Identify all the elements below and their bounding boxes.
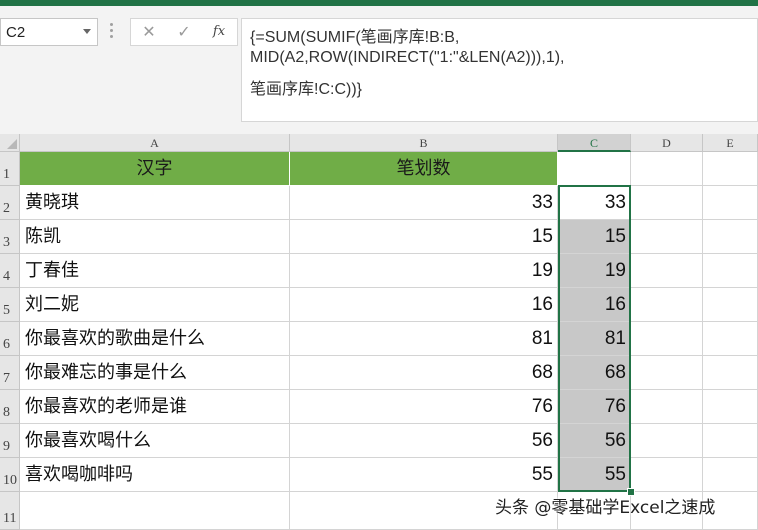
name-box[interactable]: C2 <box>0 18 98 46</box>
cell-d5[interactable] <box>631 288 703 322</box>
cell-a1[interactable]: 汉字 <box>20 152 290 186</box>
row-header[interactable]: 9 <box>0 424 20 458</box>
cell-b5[interactable]: 16 <box>290 288 558 322</box>
row-header[interactable]: 6 <box>0 322 20 356</box>
select-all-corner[interactable] <box>0 134 20 152</box>
cell-c10[interactable]: 55 <box>558 458 631 492</box>
row-header[interactable]: 1 <box>0 152 20 186</box>
formula-input[interactable]: {=SUM(SUMIF(笔画序库!B:B, MID(A2,ROW(INDIREC… <box>241 18 758 122</box>
cell-c5[interactable]: 16 <box>558 288 631 322</box>
row-header[interactable]: 2 <box>0 186 20 220</box>
cancel-icon[interactable]: ✕ <box>137 22 161 42</box>
cell-b7[interactable]: 68 <box>290 356 558 390</box>
row-header[interactable]: 7 <box>0 356 20 390</box>
cell-b4[interactable]: 19 <box>290 254 558 288</box>
formula-buttons: ✕ ✓ fx <box>130 18 238 46</box>
cell-c9[interactable]: 56 <box>558 424 631 458</box>
cell-e6[interactable] <box>703 322 758 356</box>
cell-c2[interactable]: 33 <box>558 186 631 220</box>
column-header-a[interactable]: A <box>20 134 290 152</box>
cell-b2[interactable]: 33 <box>290 186 558 220</box>
cell-e3[interactable] <box>703 220 758 254</box>
cell-c1[interactable] <box>558 152 631 186</box>
cell-c8[interactable]: 76 <box>558 390 631 424</box>
cell-b10[interactable]: 55 <box>290 458 558 492</box>
cell-d7[interactable] <box>631 356 703 390</box>
name-box-value: C2 <box>6 24 26 41</box>
cell-d1[interactable] <box>631 152 703 186</box>
cell-c6[interactable]: 81 <box>558 322 631 356</box>
column-header-c[interactable]: C <box>558 134 631 152</box>
row-header[interactable]: 5 <box>0 288 20 322</box>
cell-e2[interactable] <box>703 186 758 220</box>
cell-d9[interactable] <box>631 424 703 458</box>
cell-e9[interactable] <box>703 424 758 458</box>
cell-b8[interactable]: 76 <box>290 390 558 424</box>
cell-a10[interactable]: 喜欢喝咖啡吗 <box>20 458 290 492</box>
watermark: 头条 @零基础学Excel之速成 <box>495 498 716 518</box>
insert-function-icon[interactable]: fx <box>207 22 231 42</box>
cell-d3[interactable] <box>631 220 703 254</box>
cell-d2[interactable] <box>631 186 703 220</box>
cell-d6[interactable] <box>631 322 703 356</box>
drag-handle-icon[interactable] <box>110 23 113 41</box>
cell-a2[interactable]: 黄晓琪 <box>20 186 290 220</box>
cell-e7[interactable] <box>703 356 758 390</box>
cell-d10[interactable] <box>631 458 703 492</box>
column-header-b[interactable]: B <box>290 134 558 152</box>
cell-a7[interactable]: 你最难忘的事是什么 <box>20 356 290 390</box>
enter-icon[interactable]: ✓ <box>172 22 196 42</box>
formula-line-1: {=SUM(SUMIF(笔画序库!B:B, <box>250 29 460 46</box>
cell-a5[interactable]: 刘二妮 <box>20 288 290 322</box>
formula-line-3: 笔画序库!C:C))} <box>250 81 363 98</box>
cell-c3[interactable]: 15 <box>558 220 631 254</box>
row-header[interactable]: 11 <box>0 492 20 530</box>
cell-d8[interactable] <box>631 390 703 424</box>
cell-e1[interactable] <box>703 152 758 186</box>
cell-b9[interactable]: 56 <box>290 424 558 458</box>
column-header-e[interactable]: E <box>703 134 758 152</box>
cell-b6[interactable]: 81 <box>290 322 558 356</box>
chevron-down-icon[interactable] <box>83 29 91 34</box>
cell-d4[interactable] <box>631 254 703 288</box>
cell-b3[interactable]: 15 <box>290 220 558 254</box>
cell-e4[interactable] <box>703 254 758 288</box>
cell-a9[interactable]: 你最喜欢喝什么 <box>20 424 290 458</box>
cell-a8[interactable]: 你最喜欢的老师是谁 <box>20 390 290 424</box>
cell-e10[interactable] <box>703 458 758 492</box>
cell-c4[interactable]: 19 <box>558 254 631 288</box>
column-header-d[interactable]: D <box>631 134 703 152</box>
cell-a11[interactable] <box>20 492 290 530</box>
cell-a3[interactable]: 陈凯 <box>20 220 290 254</box>
cell-a4[interactable]: 丁春佳 <box>20 254 290 288</box>
cell-e8[interactable] <box>703 390 758 424</box>
row-header[interactable]: 8 <box>0 390 20 424</box>
row-header[interactable]: 3 <box>0 220 20 254</box>
cell-a6[interactable]: 你最喜欢的歌曲是什么 <box>20 322 290 356</box>
row-header[interactable]: 4 <box>0 254 20 288</box>
cell-e5[interactable] <box>703 288 758 322</box>
cell-c7[interactable]: 68 <box>558 356 631 390</box>
cell-b1[interactable]: 笔划数 <box>290 152 558 186</box>
row-header[interactable]: 10 <box>0 458 20 492</box>
formula-line-2: MID(A2,ROW(INDIRECT("1:"&LEN(A2))),1), <box>250 49 565 66</box>
